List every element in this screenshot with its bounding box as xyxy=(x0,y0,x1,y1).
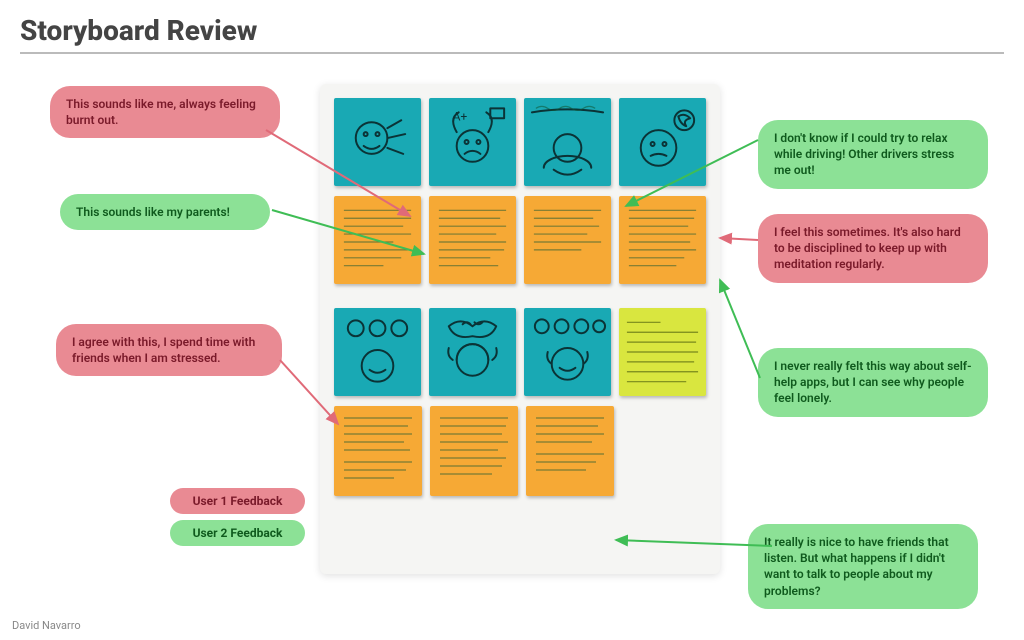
feedback-bubble-listen: It really is nice to have friends that l… xyxy=(748,524,978,609)
sticky-note-text xyxy=(429,196,516,284)
feedback-bubble-parents: This sounds like my parents! xyxy=(60,194,270,230)
sticky-note-text xyxy=(619,196,706,284)
sticky-note-text xyxy=(334,406,422,496)
sticky-note-sketch xyxy=(334,98,421,186)
sticky-note-text xyxy=(524,196,611,284)
legend-user2: User 2 Feedback xyxy=(170,520,305,546)
board-row-4 xyxy=(334,406,706,496)
feedback-bubble-friends: I agree with this, I spend time with fri… xyxy=(56,324,282,376)
feedback-bubble-driving: I don't know if I could try to relax whi… xyxy=(758,120,988,189)
feedback-bubble-lonely: I never really felt this way about self-… xyxy=(758,348,988,417)
sticky-note-sketch: A+ xyxy=(429,98,516,186)
board-row-3 xyxy=(334,308,706,396)
sticky-note-sketch xyxy=(524,98,611,186)
board-row-2 xyxy=(334,196,706,284)
feedback-bubble-discipline: I feel this sometimes. It's also hard to… xyxy=(758,214,988,283)
sticky-note-text xyxy=(430,406,518,496)
svg-text:A+: A+ xyxy=(453,109,468,123)
sticky-note-sketch xyxy=(619,98,706,186)
author-credit: David Navarro xyxy=(12,619,81,632)
feedback-bubble-burnt-out: This sounds like me, always feeling burn… xyxy=(50,86,280,138)
sticky-note-text xyxy=(526,406,614,496)
legend-user1: User 1 Feedback xyxy=(170,488,305,514)
storyboard-photo: A+ xyxy=(320,84,720,574)
page-title: Storyboard Review xyxy=(20,14,257,47)
sticky-note-sketch xyxy=(334,308,421,396)
horizontal-rule xyxy=(20,52,1004,54)
sticky-note-sketch xyxy=(524,308,611,396)
sticky-note-text xyxy=(334,196,421,284)
sticky-note-sketch xyxy=(429,308,516,396)
sticky-note-summary xyxy=(619,308,706,396)
board-row-1: A+ xyxy=(334,98,706,186)
